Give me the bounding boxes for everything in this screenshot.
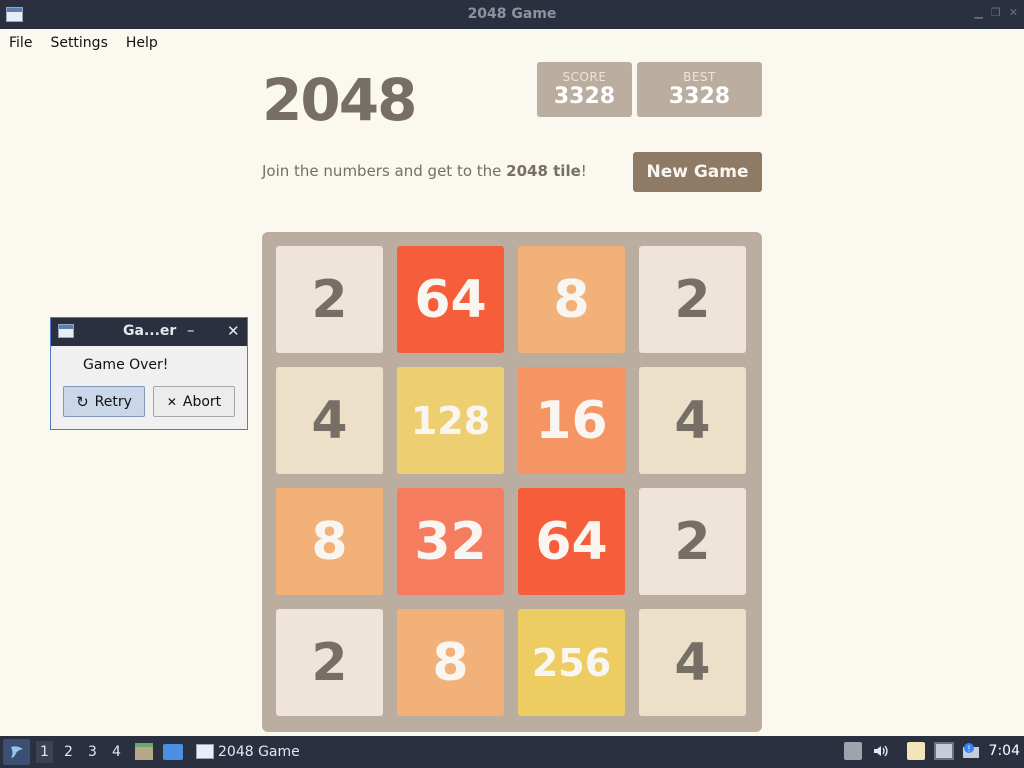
board-tile: 128 (397, 367, 504, 474)
workspace-4[interactable]: 4 (112, 744, 121, 760)
volume-icon[interactable] (872, 742, 890, 760)
best-box: BEST 3328 (637, 62, 762, 117)
dialog-minimize-icon[interactable]: – (187, 321, 195, 339)
svg-text:!: ! (967, 745, 970, 754)
workspace-2[interactable]: 2 (64, 744, 73, 760)
taskbar-task-2048[interactable]: 2048 Game (218, 744, 300, 760)
desktop-icon[interactable] (163, 744, 183, 760)
new-game-button[interactable]: New Game (633, 152, 762, 192)
board-tile: 2 (639, 488, 746, 595)
dialog-titlebar: Ga...er – ✕ (51, 318, 247, 346)
board-tile: 8 (276, 488, 383, 595)
maximize-icon[interactable]: ❐ (991, 6, 1001, 19)
taskbar: 1 2 3 4 2048 Game ! 7:04 (0, 736, 1024, 768)
task-window-icon (196, 744, 214, 759)
minimize-icon[interactable]: ▁ (974, 6, 982, 19)
intro-prefix: Join the numbers and get to the (262, 162, 507, 180)
game-over-dialog: Ga...er – ✕ Game Over! ↻ Retry ✕ Abort (50, 317, 248, 430)
abort-button[interactable]: ✕ Abort (153, 386, 235, 417)
start-menu-icon[interactable] (3, 739, 30, 765)
score-value: 3328 (553, 84, 616, 109)
board-tile: 64 (397, 246, 504, 353)
board-tile: 2 (639, 246, 746, 353)
window-titlebar: 2048 Game ▁ ❐ ✕ (0, 0, 1024, 29)
dialog-title: Ga...er (123, 323, 177, 339)
abort-icon: ✕ (166, 394, 177, 409)
board-tile: 4 (276, 367, 383, 474)
game-board: 2 64 8 2 4 128 16 4 8 32 64 2 2 8 256 4 (262, 232, 762, 732)
intro-suffix: ! (580, 162, 587, 180)
retry-label: Retry (94, 393, 132, 410)
intro-text: Join the numbers and get to the 2048 til… (262, 162, 587, 180)
board-tile: 256 (518, 609, 625, 716)
retry-icon: ↻ (76, 392, 89, 411)
window-title: 2048 Game (467, 6, 557, 22)
window-controls: ▁ ❐ ✕ (974, 6, 1018, 19)
clipboard-icon[interactable] (907, 742, 925, 760)
menu-bar: File Settings Help (0, 29, 1024, 57)
score-box: SCORE 3328 (537, 62, 632, 117)
clock: 7:04 (988, 743, 1020, 759)
file-manager-icon[interactable] (135, 743, 153, 760)
dialog-window-icon (58, 324, 74, 338)
menu-settings[interactable]: Settings (41, 35, 116, 51)
close-icon[interactable]: ✕ (1009, 6, 1018, 19)
best-label: BEST (683, 70, 716, 84)
game-title: 2048 (262, 66, 417, 134)
score-label: SCORE (562, 70, 607, 84)
board-tile: 2 (276, 246, 383, 353)
board-tile: 32 (397, 488, 504, 595)
board-tile: 8 (397, 609, 504, 716)
board-tile: 8 (518, 246, 625, 353)
menu-help[interactable]: Help (117, 35, 167, 51)
tray-arrow-icon[interactable] (844, 742, 862, 760)
best-value: 3328 (668, 84, 731, 109)
network-icon[interactable] (934, 742, 954, 760)
notification-icon[interactable]: ! (961, 742, 979, 760)
dialog-close-icon[interactable]: ✕ (227, 322, 240, 340)
intro-bold: 2048 tile (506, 162, 581, 180)
workspace-3[interactable]: 3 (88, 744, 97, 760)
board-tile: 4 (639, 367, 746, 474)
board-tile: 2 (276, 609, 383, 716)
board-tile: 16 (518, 367, 625, 474)
dialog-message: Game Over! (83, 357, 169, 373)
retry-button[interactable]: ↻ Retry (63, 386, 145, 417)
board-tile: 64 (518, 488, 625, 595)
abort-label: Abort (182, 393, 222, 410)
board-tile: 4 (639, 609, 746, 716)
workspace-1[interactable]: 1 (36, 741, 53, 763)
menu-file[interactable]: File (0, 35, 41, 51)
